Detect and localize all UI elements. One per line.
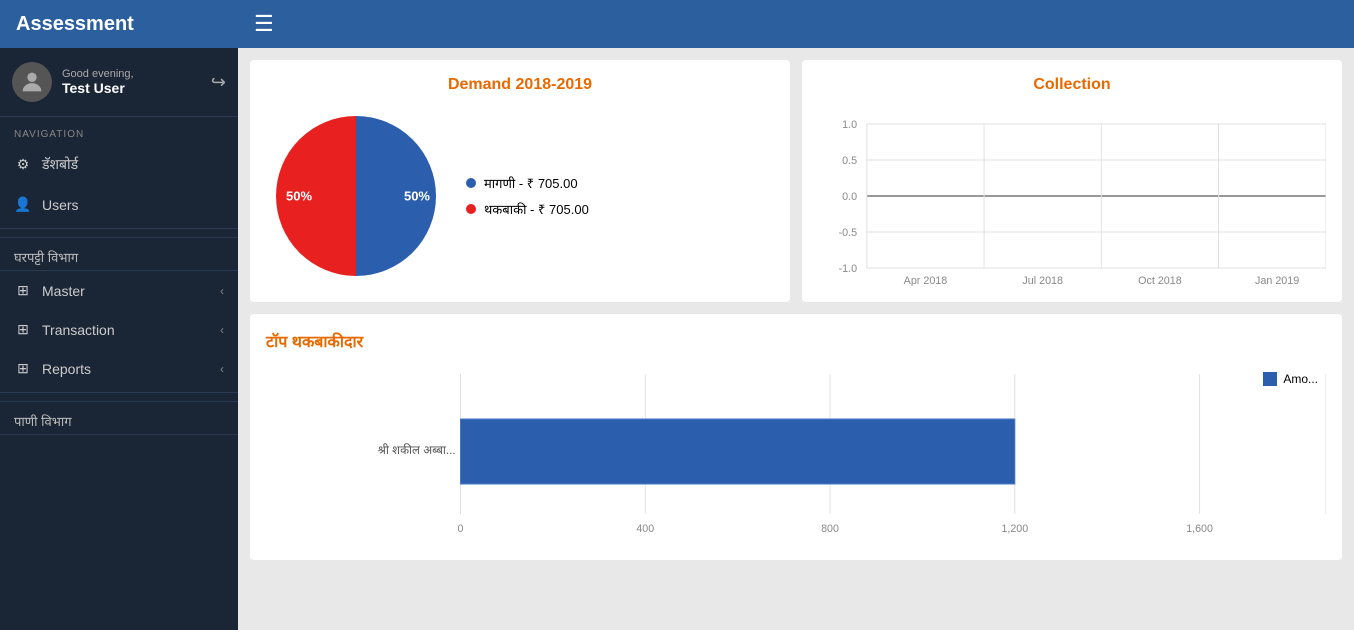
pie-legend: मागणी - ₹ 705.00 थकबाकी - ₹ 705.00 (466, 174, 589, 218)
svg-text:1.0: 1.0 (842, 119, 857, 131)
svg-text:Jan 2019: Jan 2019 (1255, 275, 1299, 286)
svg-text:-0.5: -0.5 (839, 227, 857, 239)
svg-text:0.0: 0.0 (842, 191, 857, 203)
sidebar-item-master[interactable]: ⊞ Master ‹ (0, 271, 238, 310)
svg-text:Jul 2018: Jul 2018 (1022, 275, 1063, 286)
demand-title: Demand 2018-2019 (266, 76, 774, 94)
bar-chart-area: श्री शकील अब्बा... 0 400 800 1,200 1,600 (266, 364, 1326, 544)
dashboard-label: डॅशबोर्ड (42, 155, 78, 174)
demand-content: 50% 50% मागणी - ₹ 705.00 थकबाकी - ₹ 705.… (266, 106, 774, 286)
collection-chart: 1.0 0.5 0.0 -0.5 -1.0 Apr 2018 Jul 2018 … (818, 106, 1326, 286)
bar-legend-box (1263, 372, 1277, 386)
arrow-icon-transaction: ‹ (220, 323, 224, 337)
main-content: Demand 2018-2019 50% 50% (238, 48, 1354, 630)
arrow-icon-master: ‹ (220, 284, 224, 298)
arrow-icon-reports: ‹ (220, 362, 224, 376)
collection-card: Collection (802, 60, 1342, 302)
reports-label: Reports (42, 361, 91, 377)
pie-label-right: 50% (404, 189, 430, 204)
user-section: Good evening, Test User ↪ (0, 48, 238, 117)
top-row: Demand 2018-2019 50% 50% (250, 60, 1342, 302)
user-info: Good evening, Test User (62, 68, 211, 96)
sidebar-item-reports[interactable]: ⊞ Reports ‹ (0, 349, 238, 388)
svg-text:Oct 2018: Oct 2018 (1138, 275, 1182, 286)
svg-text:Apr 2018: Apr 2018 (904, 275, 948, 286)
legend-item-arrear: थकबाकी - ₹ 705.00 (466, 200, 589, 218)
user-greeting: Good evening, (62, 68, 211, 80)
collection-title: Collection (818, 76, 1326, 94)
logout-button[interactable]: ↪ (211, 72, 226, 93)
main-layout: Good evening, Test User ↪ NAVIGATION ⚙ ड… (0, 48, 1354, 630)
divider-1 (0, 228, 238, 229)
legend-label-demand: मागणी - ₹ 705.00 (484, 174, 578, 192)
user-name: Test User (62, 80, 211, 96)
users-icon: 👤 (14, 196, 32, 213)
section-gharpatti: घरपट्टी विभाग (0, 237, 238, 271)
bar-legend: Amo... (1263, 372, 1318, 386)
svg-text:1,600: 1,600 (1186, 523, 1213, 535)
legend-dot-red (466, 204, 476, 214)
svg-text:400: 400 (636, 523, 654, 535)
sidebar-item-users[interactable]: 👤 Users (0, 185, 238, 224)
svg-text:800: 800 (821, 523, 839, 535)
legend-label-arrear: थकबाकी - ₹ 705.00 (484, 200, 589, 218)
hamburger-button[interactable]: ☰ (254, 11, 274, 37)
demand-card: Demand 2018-2019 50% 50% (250, 60, 790, 302)
nav-label: NAVIGATION (0, 117, 238, 144)
avatar (12, 62, 52, 102)
legend-dot-blue (466, 178, 476, 188)
section-pani: पाणी विभाग (0, 401, 238, 435)
divider-2 (0, 392, 238, 393)
pie-label-left: 50% (286, 189, 312, 204)
sidebar-item-dashboard[interactable]: ⚙ डॅशबोर्ड (0, 144, 238, 185)
legend-item-demand: मागणी - ₹ 705.00 (466, 174, 589, 192)
svg-text:0.5: 0.5 (842, 155, 857, 167)
bar-card: टॉप थकबाकीदार श्री शकील अब्बा... 0 (250, 314, 1342, 560)
svg-text:-1.0: -1.0 (839, 263, 857, 275)
svg-text:0: 0 (458, 523, 464, 535)
grid-icon-master: ⊞ (14, 282, 32, 299)
master-label: Master (42, 283, 85, 299)
app-header: Assessment ☰ (0, 0, 1354, 48)
users-label: Users (42, 197, 79, 213)
bar-title: टॉप थकबाकीदार (266, 330, 1326, 352)
sidebar: Good evening, Test User ↪ NAVIGATION ⚙ ड… (0, 48, 238, 630)
transaction-label: Transaction (42, 322, 115, 338)
sidebar-item-transaction[interactable]: ⊞ Transaction ‹ (0, 310, 238, 349)
grid-icon-transaction: ⊞ (14, 321, 32, 338)
pie-chart: 50% 50% (266, 106, 446, 286)
grid-icon-reports: ⊞ (14, 360, 32, 377)
bar-legend-label: Amo... (1283, 372, 1318, 386)
svg-text:श्री शकील अब्बा...: श्री शकील अब्बा... (378, 443, 456, 457)
gear-icon: ⚙ (14, 156, 32, 173)
svg-text:1,200: 1,200 (1001, 523, 1028, 535)
app-title: Assessment (16, 13, 254, 36)
